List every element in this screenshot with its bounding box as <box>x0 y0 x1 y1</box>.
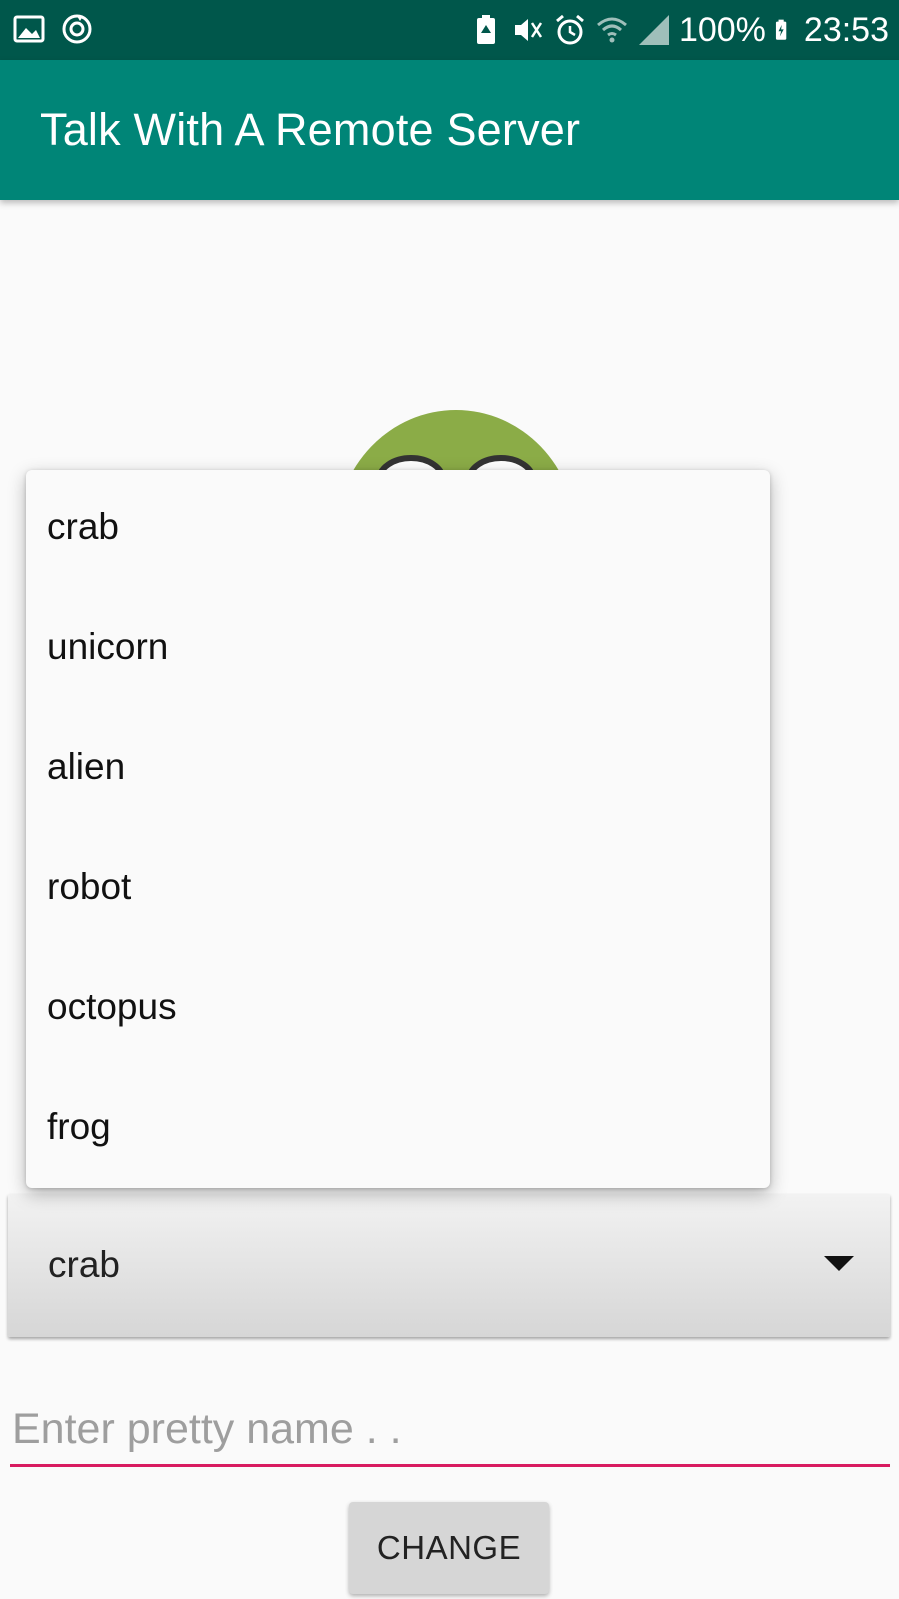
image-icon <box>13 15 45 43</box>
dropdown-item-frog[interactable]: frog <box>26 1070 770 1190</box>
animal-spinner[interactable]: crab <box>8 1194 890 1337</box>
dropdown-item-octopus[interactable]: octopus <box>26 950 770 1070</box>
status-bar: 100% 23:53 <box>0 0 899 60</box>
dropdown-item-robot[interactable]: robot <box>26 830 770 950</box>
spinner-selected-value: crab <box>48 1244 120 1285</box>
mute-icon <box>514 19 542 41</box>
sync-icon <box>62 14 92 44</box>
dropdown-item-crab[interactable]: crab <box>26 470 770 590</box>
alarm-icon <box>555 14 584 45</box>
status-bar-right: 100% 23:53 <box>469 8 889 52</box>
clock: 23:53 <box>803 11 889 49</box>
battery-percent: 100% <box>678 11 766 49</box>
dropdown-item-unicorn[interactable]: unicorn <box>26 590 770 710</box>
app-title: Talk With A Remote Server <box>40 104 581 155</box>
animal-dropdown-menu: crab unicorn alien robot octopus frog <box>26 470 770 1188</box>
dropdown-item-label: alien <box>47 746 126 787</box>
wifi-icon <box>596 17 627 43</box>
pretty-name-input[interactable] <box>10 1395 890 1467</box>
signal-icon <box>638 15 669 45</box>
battery-saver-icon <box>476 15 495 44</box>
dropdown-item-label: robot <box>47 866 132 907</box>
dropdown-arrow-icon <box>824 1256 854 1271</box>
dropdown-item-label: unicorn <box>47 626 169 667</box>
dropdown-item-alien[interactable]: alien <box>26 710 770 830</box>
app-bar: Talk With A Remote Server <box>0 60 899 200</box>
dropdown-item-label: frog <box>47 1106 111 1147</box>
dropdown-item-label: octopus <box>47 986 177 1027</box>
dropdown-item-label: crab <box>47 506 119 547</box>
change-button[interactable]: CHANGE <box>349 1502 549 1594</box>
battery-charging-icon <box>775 19 787 40</box>
status-bar-left <box>12 12 94 46</box>
